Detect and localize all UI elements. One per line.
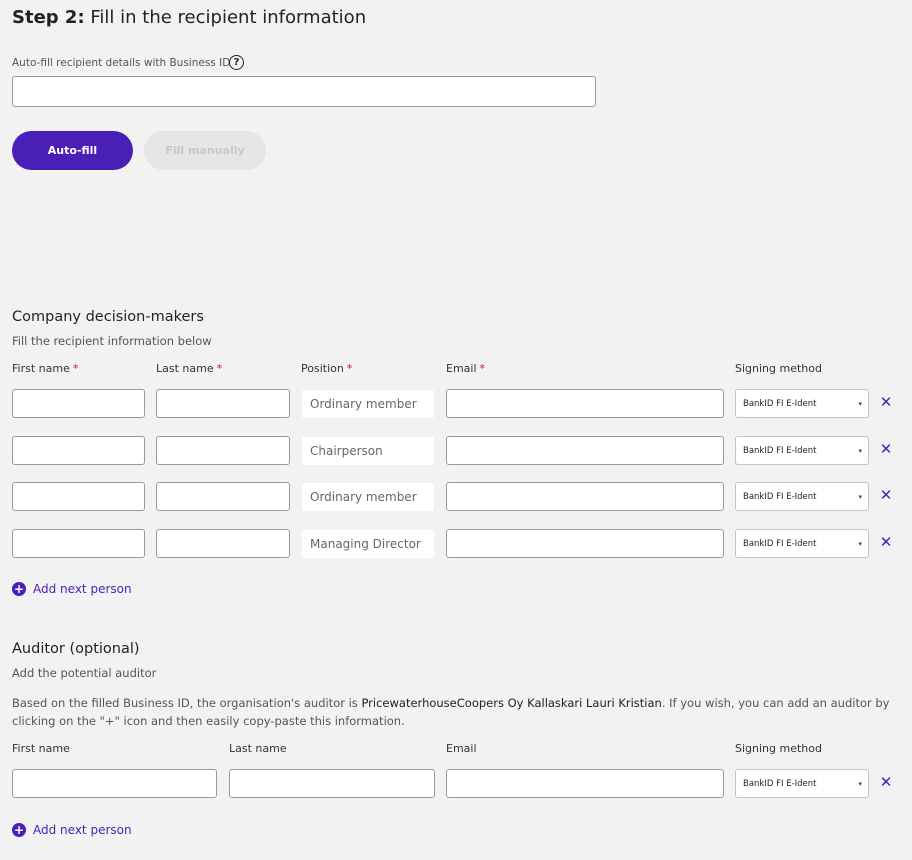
add-auditor-button[interactable]: + Add next person <box>12 823 132 837</box>
page-title: Step 2: Fill in the recipient informatio… <box>12 7 366 28</box>
signing-method-select[interactable]: BankID FI E-Ident ▾ <box>735 529 869 558</box>
plus-circle-icon: + <box>12 582 26 596</box>
add-person-button[interactable]: + Add next person <box>12 582 132 596</box>
position-field: Chairperson <box>302 437 434 465</box>
decision-makers-title: Company decision-makers <box>12 309 204 325</box>
auditor-info-text: Based on the filled Business ID, the org… <box>12 696 890 728</box>
signing-method-value: BankID FI E-Ident <box>743 398 817 409</box>
close-icon[interactable]: ✕ <box>879 395 893 410</box>
position-field: Ordinary member <box>302 390 434 418</box>
email-input[interactable] <box>446 436 724 465</box>
first-name-input[interactable] <box>12 482 145 511</box>
position-field: Managing Director <box>302 530 434 558</box>
step-prefix: Step 2: <box>12 7 85 28</box>
auditor-email-input[interactable] <box>446 769 724 798</box>
autofill-label: Auto-fill recipient details with Busines… <box>12 57 231 69</box>
signing-method-select[interactable]: BankID FI E-Ident ▾ <box>735 389 869 418</box>
email-input[interactable] <box>446 482 724 511</box>
column-header-last-name: Last name * <box>156 362 223 375</box>
add-auditor-label: Add next person <box>33 823 132 837</box>
add-person-label: Add next person <box>33 582 132 596</box>
help-icon[interactable]: ? <box>229 55 244 70</box>
column-header-position: Position * <box>301 362 353 375</box>
auditor-subtitle: Add the potential auditor <box>12 666 157 680</box>
email-input[interactable] <box>446 529 724 558</box>
chevron-down-icon: ▾ <box>858 446 862 455</box>
signing-method-select[interactable]: BankID FI E-Ident ▾ <box>735 482 869 511</box>
step-title: Fill in the recipient information <box>90 7 367 28</box>
auditor-signing-method-select[interactable]: BankID FI E-Ident ▾ <box>735 769 869 798</box>
chevron-down-icon: ▾ <box>858 492 862 501</box>
chevron-down-icon: ▾ <box>858 779 862 788</box>
first-name-input[interactable] <box>12 436 145 465</box>
email-input[interactable] <box>446 389 724 418</box>
last-name-input[interactable] <box>156 529 290 558</box>
last-name-input[interactable] <box>156 482 290 511</box>
last-name-input[interactable] <box>156 389 290 418</box>
signing-method-value: BankID FI E-Ident <box>743 445 817 456</box>
close-icon[interactable]: ✕ <box>879 535 893 550</box>
decision-makers-subtitle: Fill the recipient information below <box>12 334 212 348</box>
chevron-down-icon: ▾ <box>858 539 862 548</box>
signing-method-value: BankID FI E-Ident <box>743 538 817 549</box>
auditor-column-last-name: Last name <box>229 742 287 755</box>
auditor-last-name-input[interactable] <box>229 769 435 798</box>
autofill-button[interactable]: Auto-fill <box>12 131 133 170</box>
fill-manually-button[interactable]: Fill manually <box>144 131 266 170</box>
auditor-first-name-input[interactable] <box>12 769 217 798</box>
auditor-name: PricewaterhouseCoopers Oy Kallaskari Lau… <box>361 696 662 710</box>
first-name-input[interactable] <box>12 389 145 418</box>
auditor-column-email: Email <box>446 742 477 755</box>
auditor-title: Auditor (optional) <box>12 641 140 657</box>
last-name-input[interactable] <box>156 436 290 465</box>
business-id-input[interactable] <box>12 76 596 107</box>
column-header-first-name: First name * <box>12 362 79 375</box>
signing-method-value: BankID FI E-Ident <box>743 491 817 502</box>
position-field: Ordinary member <box>302 483 434 511</box>
auditor-column-signing-method: Signing method <box>735 742 822 755</box>
close-icon[interactable]: ✕ <box>879 442 893 457</box>
plus-circle-icon: + <box>12 823 26 837</box>
first-name-input[interactable] <box>12 529 145 558</box>
close-icon[interactable]: ✕ <box>879 488 893 503</box>
chevron-down-icon: ▾ <box>858 399 862 408</box>
signing-method-select[interactable]: BankID FI E-Ident ▾ <box>735 436 869 465</box>
signing-method-value: BankID FI E-Ident <box>743 778 817 789</box>
column-header-signing-method: Signing method <box>735 362 822 375</box>
column-header-email: Email * <box>446 362 486 375</box>
close-icon[interactable]: ✕ <box>879 775 893 790</box>
auditor-column-first-name: First name <box>12 742 70 755</box>
